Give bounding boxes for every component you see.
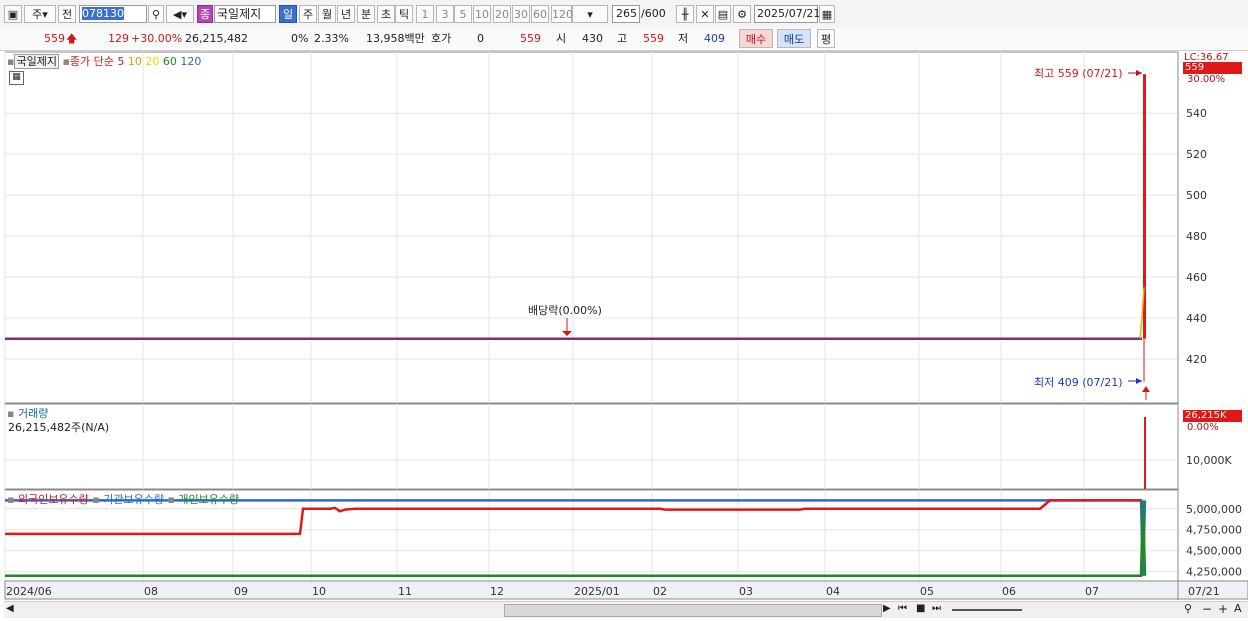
hold-tick-label: 5,000,000	[1186, 503, 1242, 516]
price-badge: 559	[1183, 62, 1242, 74]
dividend-marker: 배당락(0.00%)	[528, 304, 602, 317]
legend-stock-name: 국일제지	[14, 54, 59, 69]
x-tick-label: 02	[653, 585, 667, 598]
table-icon[interactable]: ▦	[9, 71, 24, 85]
last-page-icon[interactable]: ⏭	[932, 603, 941, 614]
chart-svg[interactable]: 54052050048046044042010,000K5,000,0004,7…	[0, 0, 1248, 621]
first-page-icon[interactable]: ⏮	[898, 603, 907, 614]
price-tick-label: 420	[1186, 353, 1207, 366]
panel-frame-1	[4, 403, 1179, 490]
hold-tick-label: 4,250,000	[1186, 566, 1242, 579]
pct-badge: 30.00%	[1187, 74, 1226, 85]
zoom-slider[interactable]	[952, 609, 1022, 611]
volume-value-text: 26,215,482주(N/A)	[8, 421, 110, 434]
volume-badge-text: 26,215K	[1185, 410, 1227, 421]
legend-close: 종가 단순	[69, 55, 114, 68]
legend-square-icon: ▪	[62, 55, 70, 68]
x-tick-label: 03	[739, 585, 753, 598]
x-last-label: 07/21	[1188, 585, 1220, 598]
x-tick-label: 04	[826, 585, 840, 598]
price-tick-label: 460	[1186, 271, 1207, 284]
x-tick-label: 07	[1085, 585, 1099, 598]
price-tick-label: 500	[1186, 189, 1207, 202]
volume-badge: 26,215K	[1183, 410, 1242, 422]
x-tick-label: 09	[234, 585, 248, 598]
scroll-right-icon[interactable]: ▶	[883, 603, 891, 614]
vol-tick-label: 10,000K	[1186, 454, 1232, 467]
horizontal-scrollbar[interactable]: ◀ ▶ ⏮ ■ ⏭ ⚲ − + A	[4, 601, 1248, 618]
minus-icon[interactable]: −	[1202, 602, 1212, 616]
price-tick-label: 480	[1186, 230, 1207, 243]
volume-bar	[1144, 417, 1146, 489]
zoom-in-icon[interactable]: ⚲	[1184, 602, 1192, 615]
holding-legend[interactable]: ▪ 외국인보유수량 ▪ 기관보유수량 ▪ 개인보유수량	[7, 491, 239, 507]
hold-tick-label: 4,500,000	[1186, 545, 1242, 558]
ma-labels: 5 10 20 60 120	[117, 55, 201, 68]
ma-label-60: 60	[162, 55, 181, 68]
low-marker: 최저 409 (07/21)	[1034, 376, 1123, 389]
x-tick-label: 2024/06	[6, 585, 52, 598]
hold-tick-label: 4,750,000	[1186, 524, 1242, 537]
holding-legend-1: 기관보유수량	[103, 493, 168, 506]
holding-legend-0: 외국인보유수량	[17, 493, 93, 506]
x-tick-label: 2025/01	[574, 585, 620, 598]
high-marker: 최고 559 (07/21)	[1034, 67, 1123, 80]
legend-square-icon: ▪	[92, 493, 104, 506]
price-tick-label: 520	[1186, 148, 1207, 161]
panel-frame-0	[4, 51, 1179, 404]
ma-label-20: 20	[145, 55, 163, 68]
x-tick-label: 10	[312, 585, 326, 598]
plus-icon[interactable]: +	[1218, 602, 1228, 616]
ma-label-10: 10	[127, 55, 146, 68]
x-tick-label: 06	[1002, 585, 1016, 598]
volume-layer	[1144, 417, 1146, 489]
stop-icon[interactable]: ■	[916, 603, 925, 614]
volume-badge-pct: 0.00%	[1187, 422, 1219, 433]
legend-square-icon: ▪	[7, 493, 18, 506]
x-tick-label: 08	[144, 585, 158, 598]
scroll-thumb[interactable]	[504, 604, 882, 617]
x-tick-label: 11	[398, 585, 412, 598]
x-tick-label: 05	[920, 585, 934, 598]
holding-legend-2: 개인보유수량	[178, 493, 240, 506]
price-tick-label: 540	[1186, 107, 1207, 120]
ma-label-120: 120	[180, 55, 202, 68]
x-tick-label: 12	[490, 585, 504, 598]
legend-square-icon: ▪	[167, 493, 179, 506]
xaxis-bar	[4, 580, 1248, 600]
scroll-left-icon[interactable]: ◀	[6, 603, 14, 614]
price-badge-text: 559	[1185, 62, 1205, 73]
price-legend[interactable]: ▪ 국일제지 ▪종가 단순 5 10 20 60 120	[7, 53, 201, 69]
ma-label-5: 5	[117, 55, 128, 68]
font-icon[interactable]: A	[1234, 602, 1242, 615]
price-tick-label: 440	[1186, 312, 1207, 325]
